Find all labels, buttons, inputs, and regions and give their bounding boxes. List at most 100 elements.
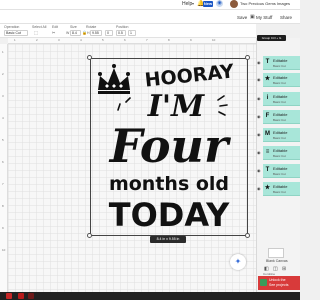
ruler-number: 6 — [124, 38, 126, 42]
layer-item[interactable]: ◉ F Editable Basic Cut — [257, 110, 300, 124]
ruler-number: 10 — [212, 38, 216, 42]
layer-operation: Basic Cut — [273, 190, 286, 194]
size-readout: 8.4 in x 9.55 in — [150, 236, 186, 243]
layer-name: Editable — [273, 148, 288, 153]
ruler-number: 7 — [2, 182, 4, 186]
top-bar: Help ▾ 🔔 New ◉ Two Precious Gems Images — [0, 0, 300, 10]
ruler-number: 9 — [2, 226, 4, 230]
os-taskbar — [0, 292, 300, 300]
layer-thumb: i — [266, 95, 269, 101]
rotate-field[interactable]: 0 — [105, 30, 113, 36]
avatar[interactable] — [230, 0, 238, 8]
layer-operation: Basic Cut — [273, 64, 286, 68]
position-label: Position — [116, 25, 129, 29]
eye-icon[interactable]: ◉ — [257, 132, 261, 137]
layer-name: Editable — [273, 75, 288, 80]
my-stuff-button[interactable]: My Stuff — [256, 15, 272, 20]
select-all-icon[interactable]: ⬚ — [34, 30, 38, 35]
pdf-icon[interactable] — [18, 293, 24, 299]
layer-thumb: ★ — [264, 76, 271, 82]
action-bar: Save ▣ My Stuff Share — [0, 10, 300, 24]
layer-item[interactable]: ◉ ≡ Editable Basic Cut — [257, 146, 300, 160]
ruler-number: 2 — [36, 38, 38, 42]
line-four: Four — [108, 119, 232, 173]
attach-icon[interactable]: ⊞ — [282, 266, 286, 272]
crown-icon — [98, 64, 130, 94]
new-badge[interactable]: New — [203, 1, 213, 7]
select-all-label: Select All — [32, 25, 47, 29]
width-field[interactable]: 8.4 — [70, 30, 81, 36]
edit-label: Edit — [52, 25, 59, 29]
ruler-number: 8 — [2, 204, 4, 208]
design-space-app: Help ▾ 🔔 New ◉ Two Precious Gems Images … — [0, 0, 300, 300]
operation-select[interactable]: Basic Cut — [4, 30, 28, 36]
layer-operation: Basic Cut — [273, 81, 286, 85]
app-icon-dark-red[interactable] — [28, 293, 34, 299]
options-toolbar: Operation Basic Cut Select All ⬚ Edit ✂ … — [0, 24, 256, 38]
vertical-ruler: 1 2 3 4 5 6 7 8 9 10 — [0, 44, 8, 292]
layer-name: Editable — [273, 184, 288, 189]
ruler-number: 7 — [146, 38, 148, 42]
line-months-old: months old — [109, 173, 229, 195]
ruler-number: 10 — [2, 248, 6, 252]
layer-operation: Basic Cut — [273, 100, 286, 104]
layer-name: Editable — [273, 130, 288, 135]
ruler-number: 8 — [168, 38, 170, 42]
app-icon-red[interactable] — [6, 293, 12, 299]
layer-item[interactable]: ◉ M Editable Basic Cut — [257, 128, 300, 142]
ruler-number: 3 — [2, 94, 4, 98]
layer-thumb: F — [265, 113, 270, 119]
line-today: TODAY — [109, 196, 230, 234]
height-field[interactable]: 9.55 — [90, 30, 102, 36]
eye-icon[interactable]: ◉ — [257, 60, 261, 65]
selected-design[interactable]: HOORAY I'M Four months old TODAY — [87, 55, 250, 238]
cube-icon: ▣ — [250, 14, 255, 20]
ruler-number: 4 — [2, 116, 4, 120]
eye-icon[interactable]: ◉ — [257, 168, 261, 173]
ruler-number: 1 — [2, 50, 4, 54]
size-label: Size — [70, 25, 77, 29]
layer-name: Editable — [273, 112, 288, 117]
ruler-number: 5 — [102, 38, 104, 42]
eye-icon[interactable]: ◉ — [257, 186, 261, 191]
eye-icon[interactable]: ◉ — [257, 77, 261, 82]
layer-thumb: ★ — [264, 185, 271, 191]
user-name[interactable]: Two Precious Gems Images — [240, 1, 290, 6]
help-link[interactable]: Help — [182, 1, 192, 7]
layer-thumb: M — [265, 131, 270, 137]
layer-thumb: T — [265, 59, 270, 65]
unlock-banner[interactable]: Unlock the See projects — [258, 276, 300, 290]
chevron-down-icon[interactable]: ▾ — [192, 1, 194, 6]
share-button[interactable]: Share — [280, 15, 292, 20]
line-hooray: HOORAY — [144, 60, 236, 91]
layer-item[interactable]: ◉ i Editable Basic Cut — [257, 92, 300, 106]
blank-canvas-label: Blank Canvas — [266, 259, 288, 263]
eye-icon[interactable]: ◉ — [257, 150, 261, 155]
unlock-title: Unlock the — [269, 278, 286, 282]
group-tooltip: Group Ctrl + G — [257, 35, 286, 41]
eye-icon[interactable]: ◉ — [257, 96, 261, 101]
y-field[interactable]: 1 — [128, 30, 136, 36]
ruler-number: 2 — [2, 72, 4, 76]
design-artwork: HOORAY I'M Four months old TODAY — [98, 60, 236, 234]
operation-label: Operation — [4, 25, 20, 29]
layer-name: Editable — [273, 166, 288, 171]
eye-icon[interactable]: ◉ — [257, 114, 261, 119]
x-field[interactable]: 0.5 — [116, 30, 126, 36]
globe-icon[interactable]: ◉ — [216, 0, 223, 7]
layer-item[interactable]: ◉ T Editable Basic Cut — [257, 164, 300, 178]
layer-item[interactable]: ◉ ★ Editable Basic Cut — [257, 73, 300, 87]
ruler-number: 4 — [80, 38, 82, 42]
ruler-number: 6 — [2, 160, 4, 164]
ruler-number: 1 — [14, 38, 16, 42]
layer-item[interactable]: ◉ T Editable Basic Cut — [257, 56, 300, 70]
blank-canvas-thumb[interactable] — [268, 248, 284, 258]
save-button[interactable]: Save — [237, 15, 247, 20]
layer-operation: Basic Cut — [273, 118, 286, 122]
sparkle-ai-button[interactable]: ✦ — [230, 254, 246, 270]
edit-icon[interactable]: ✂ — [52, 30, 55, 35]
layer-operation: Basic Cut — [273, 136, 286, 140]
unlock-subtitle: See projects — [269, 283, 289, 287]
width-label: W — [66, 31, 70, 35]
layer-item[interactable]: ◉ ★ Editable Basic Cut — [257, 182, 300, 196]
